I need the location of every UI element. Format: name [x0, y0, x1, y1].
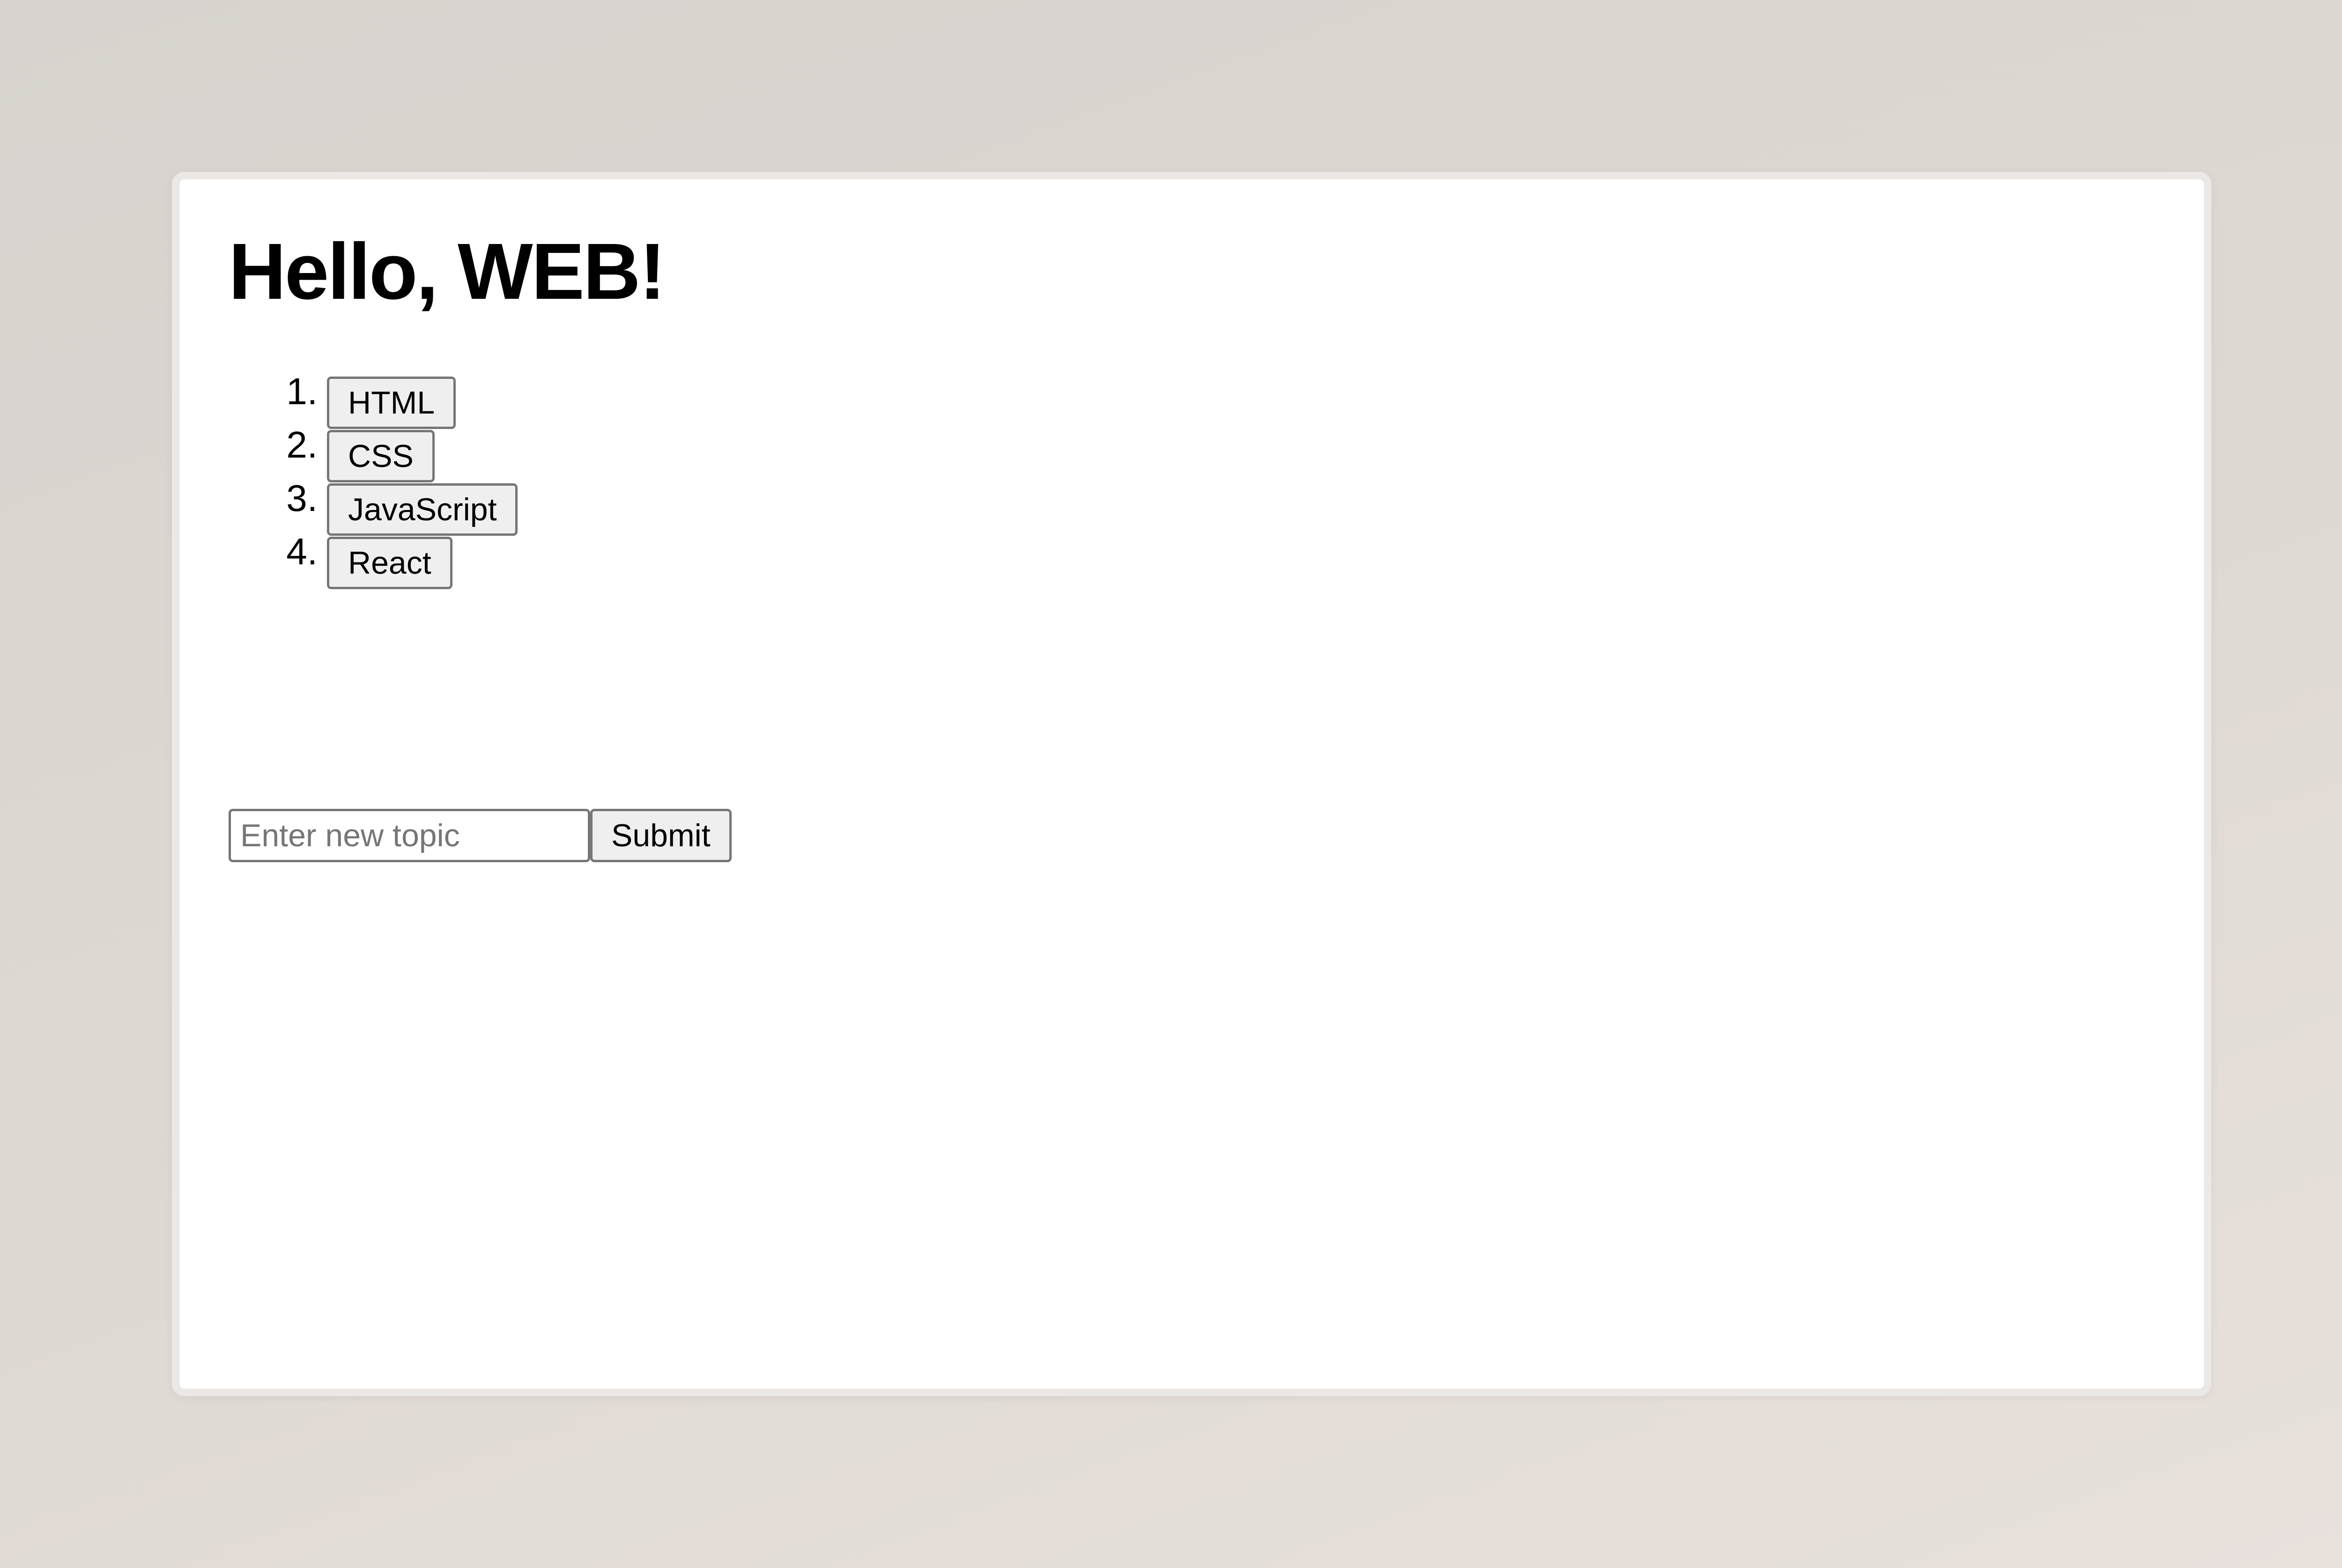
list-item-number: 1.	[286, 370, 318, 412]
list-item-number: 4.	[286, 531, 318, 572]
topic-button-css[interactable]: CSS	[327, 430, 435, 482]
new-topic-form: Submit	[229, 809, 732, 862]
submit-button[interactable]: Submit	[590, 809, 732, 862]
list-item-number: 3.	[286, 477, 318, 519]
browser-window-frame: Hello, WEB! 1. HTML 2. CSS 3. JavaScript…	[172, 172, 2211, 1396]
topic-button-html[interactable]: HTML	[327, 377, 456, 429]
page-title: Hello, WEB!	[229, 227, 666, 316]
page-viewport: Hello, WEB! 1. HTML 2. CSS 3. JavaScript…	[179, 179, 2204, 1389]
topic-button-react[interactable]: React	[327, 537, 452, 589]
list-item-number: 2.	[286, 424, 318, 466]
topic-button-javascript[interactable]: JavaScript	[327, 483, 518, 536]
new-topic-input[interactable]	[229, 809, 590, 862]
page-content: Hello, WEB! 1. HTML 2. CSS 3. JavaScript…	[229, 227, 732, 862]
